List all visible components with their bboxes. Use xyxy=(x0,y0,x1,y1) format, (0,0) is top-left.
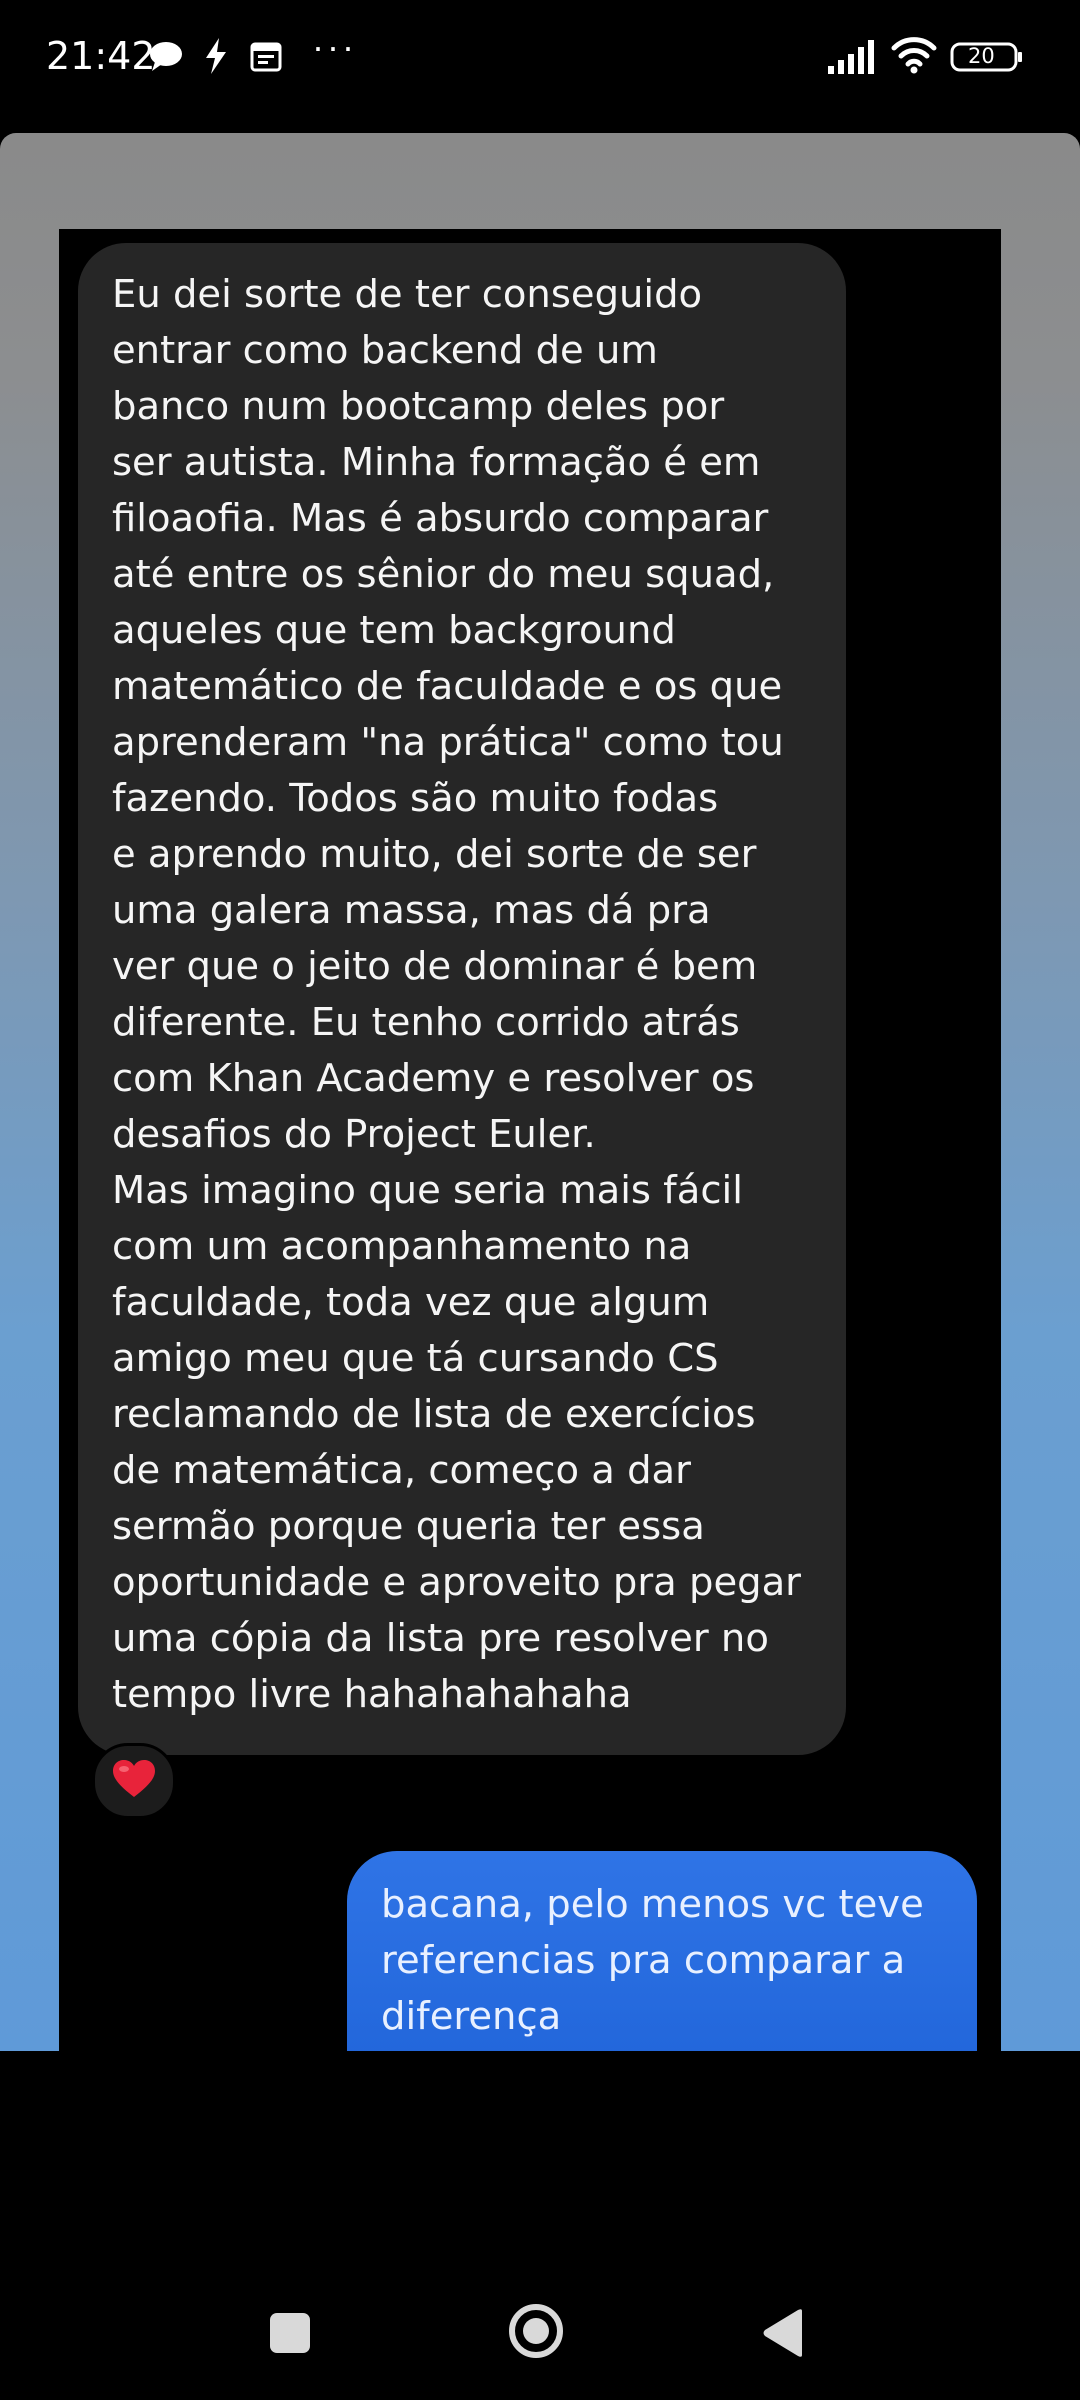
more-notifications-indicator: ··· xyxy=(312,26,357,67)
back-button[interactable] xyxy=(760,2308,806,2363)
sent-message-text: bacana, pelo menos vc teve referencias p… xyxy=(381,1882,924,2039)
chat-bubble-icon xyxy=(148,40,184,79)
chat-thread[interactable]: Eu dei sorte de ter conseguido entrar co… xyxy=(59,229,1001,2051)
shared-screenshot-frame: Eu dei sorte de ter conseguido entrar co… xyxy=(0,133,1080,2051)
bolt-icon xyxy=(204,38,228,79)
recents-button[interactable] xyxy=(268,2311,312,2360)
calendar-icon xyxy=(250,40,282,77)
wifi-icon xyxy=(890,36,938,79)
navigation-bar xyxy=(0,2268,1080,2400)
battery-level: 20 xyxy=(968,44,995,68)
heart-icon xyxy=(111,1759,157,1804)
status-bar: 21:42 ··· 20 xyxy=(0,0,1080,115)
status-time: 21:42 xyxy=(46,34,156,78)
home-button[interactable] xyxy=(507,2302,565,2365)
message-reaction[interactable] xyxy=(92,1743,176,1819)
received-message-bubble[interactable]: Eu dei sorte de ter conseguido entrar co… xyxy=(78,243,846,1755)
signal-icon xyxy=(828,40,878,79)
sent-message-bubble[interactable]: bacana, pelo menos vc teve referencias p… xyxy=(347,1851,977,2051)
received-message-text: Eu dei sorte de ter conseguido entrar co… xyxy=(112,272,801,1717)
